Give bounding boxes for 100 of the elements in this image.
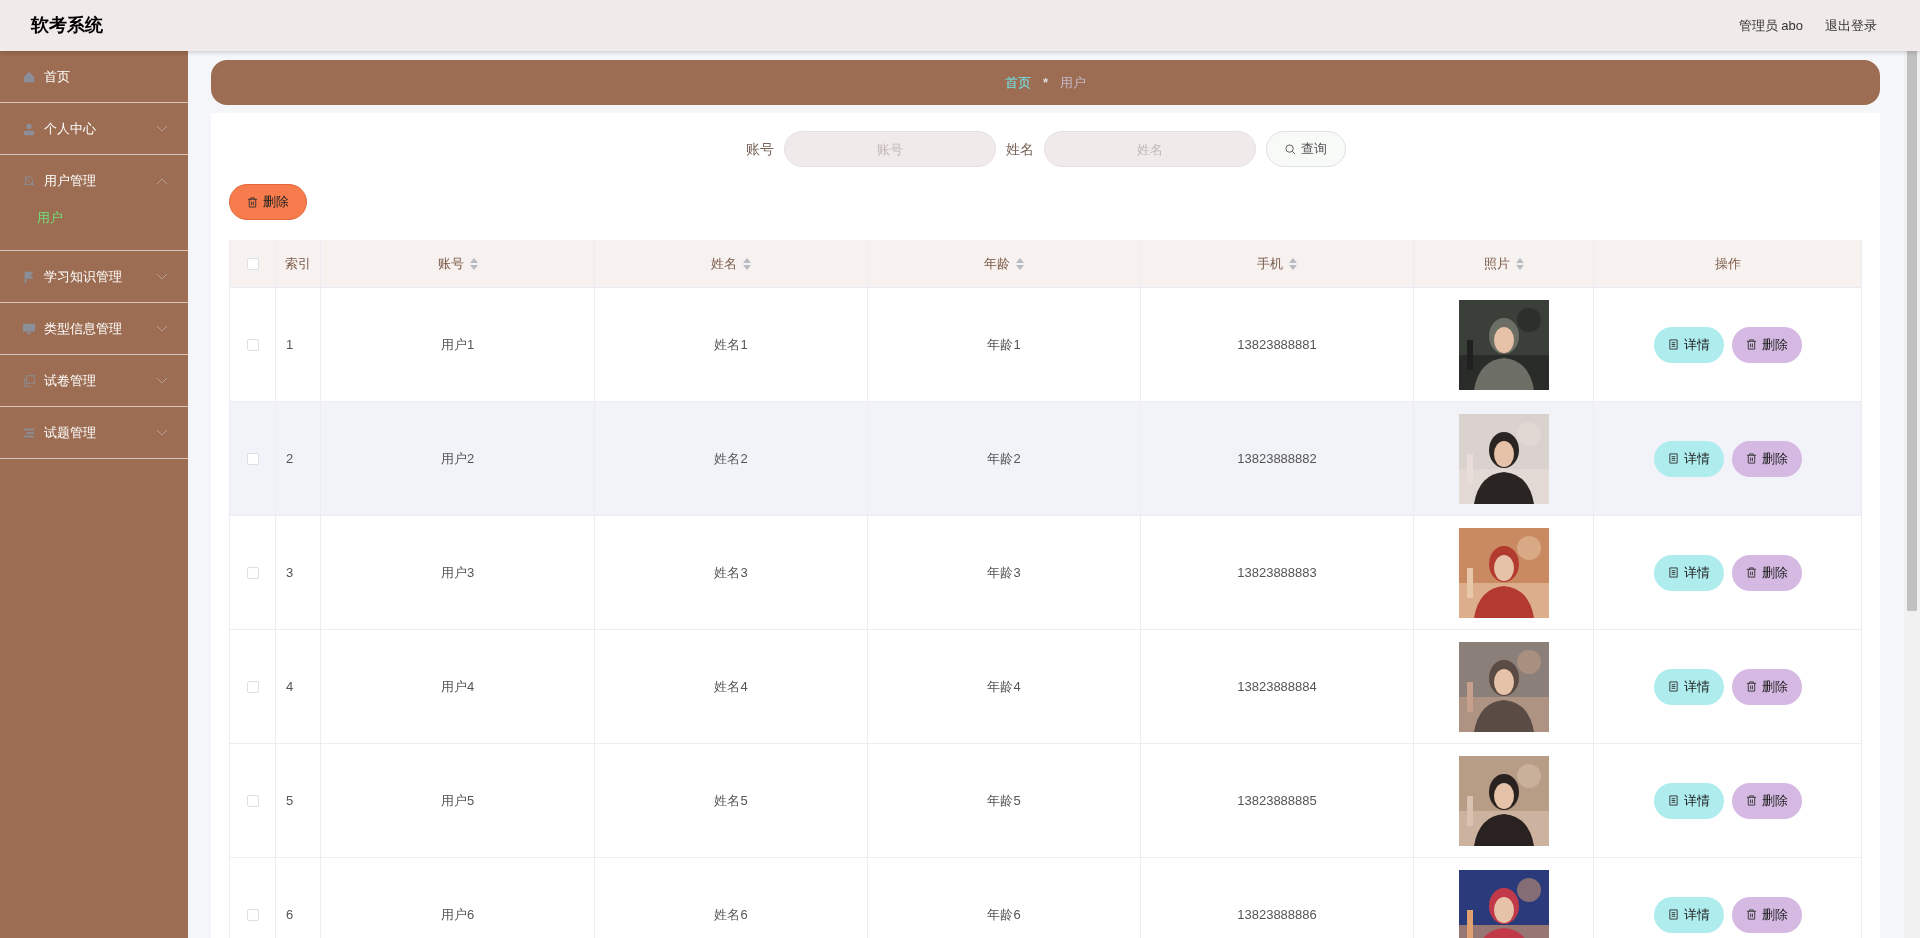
table-cell-text: 用户1 <box>440 335 475 354</box>
checkbox[interactable] <box>246 257 259 270</box>
trash-icon <box>1745 453 1757 464</box>
table-cell-text: 1 <box>286 335 294 354</box>
table-cell-text: 4 <box>286 677 294 696</box>
column-header: 姓名 <box>711 254 737 273</box>
chevron-down-icon <box>156 428 168 437</box>
sort-icon[interactable] <box>743 257 751 270</box>
trash-icon <box>1745 681 1757 692</box>
document-icon <box>1667 795 1679 806</box>
document-icon <box>1667 339 1679 350</box>
column-header: 操作 <box>1714 254 1741 273</box>
delete-button[interactable]: 删除 <box>1731 896 1802 933</box>
table-cell-text: 年龄6 <box>987 905 1021 924</box>
detail-button[interactable]: 详情 <box>1653 440 1724 477</box>
table-cell-text: 年龄4 <box>987 677 1021 696</box>
trash-icon <box>1745 795 1757 806</box>
column-header: 账号 <box>437 254 464 273</box>
table-cell-text: 用户2 <box>440 449 475 468</box>
chevron-down-icon <box>156 376 168 385</box>
bell-icon <box>22 173 36 188</box>
checkbox[interactable] <box>246 566 259 579</box>
checkbox[interactable] <box>246 680 259 693</box>
sidebar-item[interactable]: 试卷管理 <box>0 355 188 406</box>
table-cell-text: 姓名6 <box>714 905 748 924</box>
monitor-icon <box>22 321 36 336</box>
column-header: 手机 <box>1257 254 1283 273</box>
table-cell-text: 用户5 <box>440 791 475 810</box>
checkbox[interactable] <box>246 794 259 807</box>
detail-button[interactable]: 详情 <box>1653 326 1724 363</box>
sidebar-item[interactable]: 类型信息管理 <box>0 303 188 354</box>
sidebar-item[interactable]: 学习知识管理 <box>0 251 188 302</box>
table-cell-text: 5 <box>286 791 294 810</box>
table-cell-text: 13823888883 <box>1237 563 1317 582</box>
chevron-down-icon <box>156 324 168 333</box>
table-cell-text: 年龄5 <box>987 791 1021 810</box>
flag-icon <box>22 269 36 284</box>
chevron-down-icon <box>156 272 168 281</box>
sort-icon[interactable] <box>1515 257 1524 270</box>
document-icon <box>1667 681 1679 692</box>
search-button[interactable]: 查询 <box>1265 131 1346 167</box>
chevron-up-icon <box>156 176 168 185</box>
table-cell-text: 3 <box>286 563 294 582</box>
sort-icon[interactable] <box>1016 257 1024 270</box>
field-label: 账号 <box>745 139 774 159</box>
logout-link[interactable]: 退出登录 <box>1825 15 1877 36</box>
delete-button[interactable]: 删除 <box>1731 554 1802 591</box>
sidebar-item[interactable]: 用户管理 <box>0 155 188 206</box>
trash-icon <box>1745 909 1757 920</box>
checkbox[interactable] <box>246 908 259 921</box>
sidebar-item[interactable]: 首页 <box>0 51 188 102</box>
column-header: 年龄 <box>984 254 1010 273</box>
table-cell-text: 用户4 <box>440 677 475 696</box>
search-icon <box>1284 143 1296 155</box>
table-cell-text: 姓名1 <box>714 335 748 354</box>
delete-button[interactable]: 删除 <box>1731 668 1802 705</box>
sidebar-item[interactable]: 试题管理 <box>0 407 188 458</box>
delete-button[interactable]: 删除 <box>1731 326 1802 363</box>
sort-icon[interactable] <box>1289 257 1297 270</box>
checkbox[interactable] <box>246 338 259 351</box>
document-icon <box>1667 453 1679 464</box>
home-icon <box>22 69 36 84</box>
table-cell-text: 13823888885 <box>1237 791 1317 810</box>
user-label: 管理员 abo <box>1738 16 1803 35</box>
table-cell-text: 姓名2 <box>714 449 748 468</box>
breadcrumb-separator: * <box>1042 73 1049 92</box>
column-header: 照片 <box>1483 254 1510 273</box>
trash-icon <box>1745 567 1757 578</box>
table-cell-text: 年龄2 <box>987 449 1021 468</box>
document-icon <box>1667 567 1679 578</box>
app-title: 软考系统 <box>31 14 103 37</box>
trash-icon <box>1745 339 1757 350</box>
detail-button[interactable]: 详情 <box>1653 896 1724 933</box>
delete-button[interactable]: 删除 <box>1731 440 1802 477</box>
table-cell-text: 用户6 <box>440 905 475 924</box>
sidebar-item[interactable]: 个人中心 <box>0 103 188 154</box>
table-cell-text: 年龄1 <box>987 335 1021 354</box>
delete-button[interactable]: 删除 <box>1731 782 1802 819</box>
table-cell-text: 2 <box>286 449 294 468</box>
table-cell-text: 年龄3 <box>987 563 1021 582</box>
table-cell-text: 用户3 <box>440 563 475 582</box>
detail-button[interactable]: 详情 <box>1653 782 1724 819</box>
detail-button[interactable]: 详情 <box>1653 668 1724 705</box>
table-cell-text: 13823888882 <box>1237 449 1317 468</box>
table-cell-text: 13823888881 <box>1237 335 1317 354</box>
column-header: 索引 <box>285 254 311 273</box>
document-icon <box>1667 909 1679 920</box>
user-icon <box>22 121 36 136</box>
bulk-delete-button[interactable]: 删除 <box>229 184 307 220</box>
copy-icon <box>22 373 36 388</box>
checkbox[interactable] <box>246 452 259 465</box>
table-cell-text: 姓名3 <box>714 563 748 582</box>
table-cell-text: 13823888886 <box>1237 905 1317 924</box>
table-cell-text: 姓名4 <box>714 677 748 696</box>
trash-icon <box>247 196 258 208</box>
detail-button[interactable]: 详情 <box>1653 554 1724 591</box>
chevron-down-icon <box>156 124 168 133</box>
table-cell-text: 姓名5 <box>714 791 748 810</box>
sort-icon[interactable] <box>469 257 478 270</box>
table-cell-text: 13823888884 <box>1237 677 1317 696</box>
